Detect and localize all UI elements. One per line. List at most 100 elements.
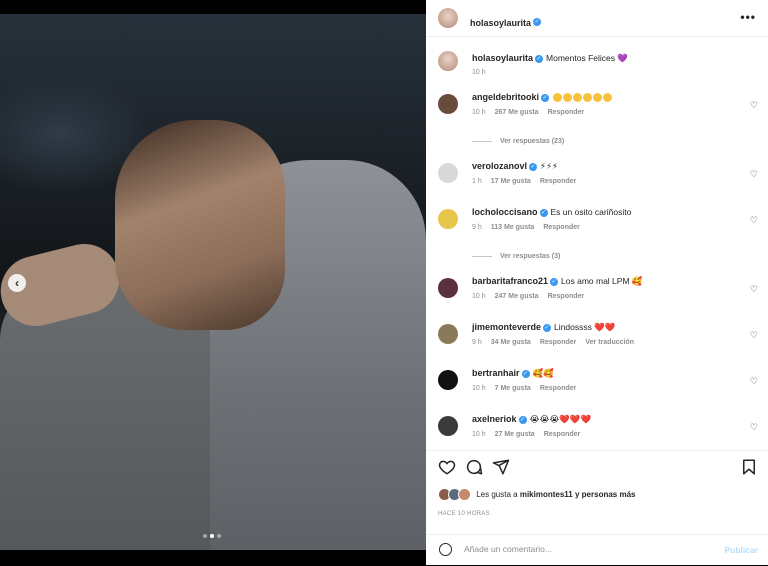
owner-avatar[interactable] <box>438 8 458 28</box>
comment-like-heart-icon[interactable]: ♡ <box>750 215 758 226</box>
comment-time: 1 h <box>472 178 482 185</box>
action-bar <box>426 458 768 482</box>
comment-translate-button[interactable]: Ver traducción <box>585 339 634 346</box>
clap-emoji-icon <box>593 93 603 103</box>
caption-avatar[interactable] <box>438 51 458 71</box>
carousel-prev-button[interactable]: ‹ <box>8 274 26 292</box>
post-header: holasoylaurita ✓ ••• <box>426 0 768 37</box>
likes-prefix: Les gusta a <box>476 490 518 500</box>
more-options-icon[interactable]: ••• <box>740 10 756 24</box>
verified-icon: ✓ <box>529 162 538 171</box>
comment-avatar[interactable] <box>438 94 458 114</box>
comment-time: 10 h <box>472 109 486 116</box>
replies-line <box>472 255 492 257</box>
carousel-dot <box>217 534 221 538</box>
instagram-post-view: ‹ holasoylaurita ✓ ••• holasoylaurita ✓ Mom… <box>0 0 768 565</box>
comment-text-row: locholoccisano ✓ Es un osito cariñosito <box>472 207 631 217</box>
publish-button[interactable]: Publicar <box>724 545 758 555</box>
comment-reply-button[interactable]: Responder <box>548 109 585 116</box>
clap-emoji-icon <box>583 93 593 103</box>
view-replies-button[interactable]: Ver respuestas (3) <box>472 253 560 260</box>
comment-likes[interactable]: 34 Me gusta <box>491 339 531 346</box>
comment-avatar[interactable] <box>438 209 458 229</box>
comment-like-heart-icon[interactable]: ♡ <box>750 169 758 180</box>
comment-reply-button[interactable]: Responder <box>548 293 585 300</box>
comment-avatar[interactable] <box>438 370 458 390</box>
comment-input[interactable] <box>464 544 694 554</box>
caption-text-row: holasoylaurita ✓ Momentos Felices 💜 <box>472 53 628 64</box>
comment-meta: 9 h 34 Me gusta Responder Ver traducción <box>472 339 643 346</box>
comment-reply-button[interactable]: Responder <box>544 431 581 438</box>
comment-avatar[interactable] <box>438 416 458 436</box>
comment-bubble-icon[interactable] <box>465 458 483 476</box>
comment-username[interactable]: verolozanovl <box>472 161 527 171</box>
comment-meta: 10 h 27 Me gusta Responder <box>472 431 589 438</box>
verified-icon: ✓ <box>521 369 530 378</box>
comment-text: Los amo mal LPM 🥰 <box>561 276 643 286</box>
verified-icon: ✓ <box>535 54 544 63</box>
verified-icon: ✓ <box>539 208 548 217</box>
comment-like-heart-icon[interactable]: ♡ <box>750 330 758 341</box>
owner-username-row: holasoylaurita ✓ <box>470 13 542 31</box>
comment-emojis <box>553 92 613 103</box>
caption-username[interactable]: holasoylaurita <box>472 53 533 63</box>
comment-time: 10 h <box>472 385 486 392</box>
comment-likes[interactable]: 113 Me gusta <box>491 224 535 231</box>
comment-text-row: angeldebritooki ✓ <box>472 92 613 103</box>
caption-text: Momentos Felices 💜 <box>546 53 628 63</box>
likes-summary: Les gusta a mikimontes11 y personas más <box>438 488 635 501</box>
comment-time: 9 h <box>472 339 482 346</box>
share-send-icon[interactable] <box>492 458 510 476</box>
comment-username[interactable]: barbaritafranco21 <box>472 276 548 286</box>
comment-like-heart-icon[interactable]: ♡ <box>750 100 758 111</box>
comment-time: 10 h <box>472 293 486 300</box>
clap-emoji-icon <box>563 93 573 103</box>
comment-text: Es un osito cariñosito <box>550 207 632 217</box>
comment-text-row: axelneriok ✓ 😭😭😭❤️❤️❤️ <box>472 414 591 425</box>
clap-emoji-icon <box>573 93 583 103</box>
comment-text-row: verolozanovl ✓ ⚡⚡⚡ <box>472 161 558 172</box>
likes-user[interactable]: mikimontes11 <box>520 490 573 499</box>
comment-username[interactable]: jimemonteverde <box>472 322 541 332</box>
comment-username[interactable]: axelneriok <box>472 414 517 424</box>
comment-likes[interactable]: 7 Me gusta <box>495 385 531 392</box>
comment-likes[interactable]: 27 Me gusta <box>495 431 535 438</box>
comment-text: Lindossss ❤️❤️ <box>554 322 616 332</box>
likes-suffix[interactable]: y personas más <box>575 490 635 499</box>
view-replies-label: Ver respuestas (3) <box>500 253 561 260</box>
comment-likes[interactable]: 267 Me gusta <box>495 109 539 116</box>
comment-like-heart-icon[interactable]: ♡ <box>750 284 758 295</box>
liker-avatars <box>438 488 474 501</box>
comment-username[interactable]: bertranhair <box>472 368 520 378</box>
comment-text: 🥰🥰 <box>532 368 554 378</box>
replies-line <box>472 140 492 142</box>
clap-emoji-icon <box>553 93 563 103</box>
comment-avatar[interactable] <box>438 324 458 344</box>
comment-avatar[interactable] <box>438 278 458 298</box>
comment-time: 9 h <box>472 224 482 231</box>
comment-text-row: jimemonteverde ✓ Lindossss ❤️❤️ <box>472 322 615 333</box>
comment-reply-button[interactable]: Responder <box>543 224 580 231</box>
owner-username[interactable]: holasoylaurita <box>470 18 531 28</box>
comment-reply-button[interactable]: Responder <box>540 178 577 185</box>
save-bookmark-icon[interactable] <box>740 458 758 476</box>
comment-username[interactable]: locholoccisano <box>472 207 538 217</box>
add-comment-bar: Publicar <box>426 534 768 566</box>
photo-faces <box>115 120 285 330</box>
comment-avatar[interactable] <box>438 163 458 183</box>
comment-meta: 9 h 113 Me gusta Responder <box>472 224 589 231</box>
like-heart-icon[interactable] <box>438 458 456 476</box>
view-replies-button[interactable]: Ver respuestas (23) <box>472 138 564 145</box>
comment-reply-button[interactable]: Responder <box>540 385 577 392</box>
comment-text-row: barbaritafranco21 ✓ Los amo mal LPM 🥰 <box>472 276 642 287</box>
comment-time: 10 h <box>472 431 486 438</box>
comment-likes[interactable]: 247 Me gusta <box>495 293 539 300</box>
comment-likes[interactable]: 17 Me gusta <box>491 178 531 185</box>
comment-like-heart-icon[interactable]: ♡ <box>750 376 758 387</box>
emoji-smile-icon[interactable] <box>439 543 452 556</box>
post-photo[interactable]: ‹ <box>0 0 426 565</box>
comment-like-heart-icon[interactable]: ♡ <box>750 422 758 433</box>
comment-reply-button[interactable]: Responder <box>540 339 577 346</box>
comment-meta: 10 h 247 Me gusta Responder <box>472 293 593 300</box>
comment-username[interactable]: angeldebritooki <box>472 92 539 102</box>
